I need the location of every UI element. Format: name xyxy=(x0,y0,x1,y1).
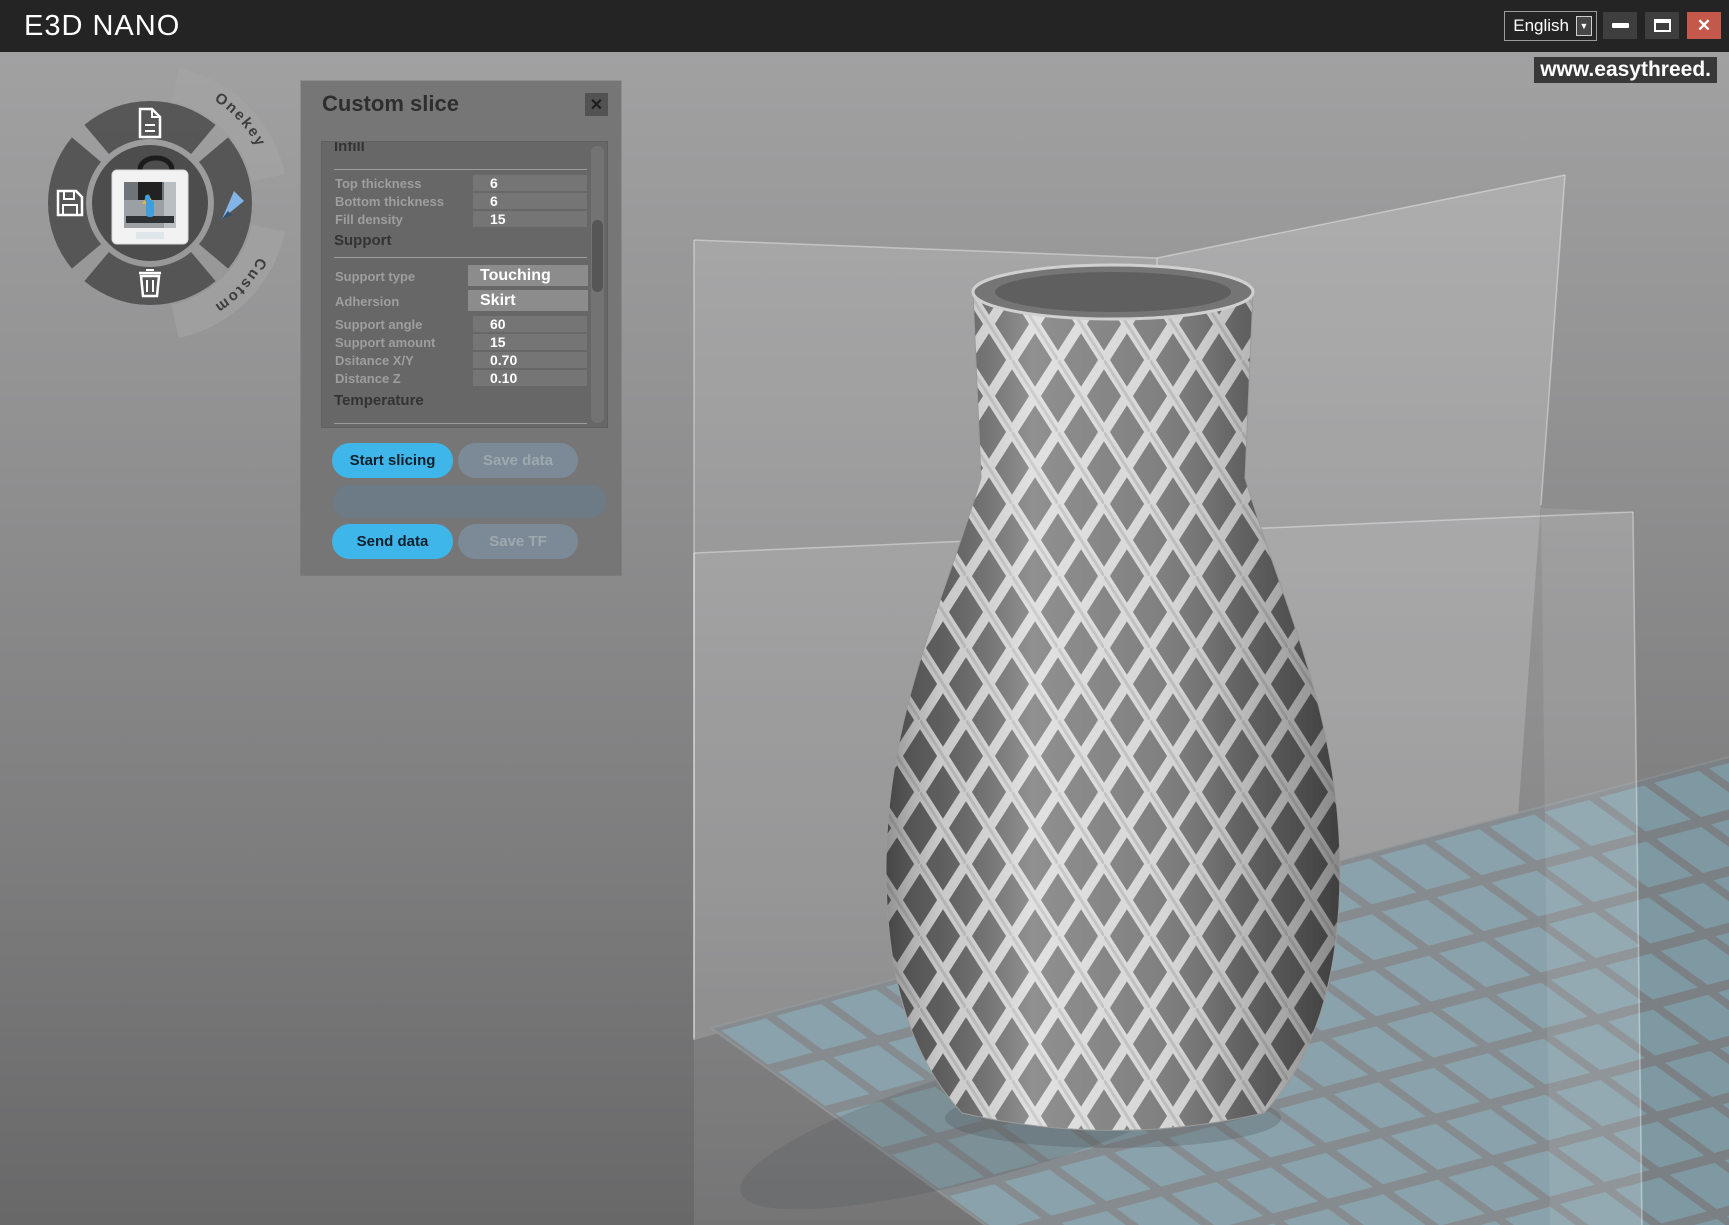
close-button[interactable]: ✕ xyxy=(1687,12,1721,39)
settings-panel: Infill Top thickness 6 Bottom thickness … xyxy=(321,141,608,428)
setting-label: Dsitance X/Y xyxy=(335,353,414,368)
start-slicing-button[interactable]: Start slicing xyxy=(332,443,453,478)
section-header-support: Support xyxy=(334,232,392,249)
minimize-button[interactable] xyxy=(1603,12,1637,39)
save-tf-button[interactable]: Save TF xyxy=(458,524,578,559)
setting-label: Support type xyxy=(335,269,415,284)
close-icon: ✕ xyxy=(590,95,603,115)
section-header-temperature: Temperature xyxy=(334,392,424,409)
vase-rim-interior xyxy=(995,272,1231,312)
setting-label: Top thickness xyxy=(335,176,421,191)
section-header-infill: Infill xyxy=(334,141,365,155)
watermark-text: www.easythreed. xyxy=(1534,57,1717,83)
distance-xy-field[interactable]: 0.70 xyxy=(473,352,587,368)
support-type-dropdown[interactable]: Touching xyxy=(468,265,588,286)
chevron-down-icon[interactable]: ▼ xyxy=(1576,16,1592,36)
distance-z-field[interactable]: 0.10 xyxy=(473,370,587,386)
setting-label: Support amount xyxy=(335,335,435,350)
custom-slice-dialog: Custom slice ✕ Infill Top thickness 6 Bo… xyxy=(301,81,621,575)
setting-label: Adhersion xyxy=(335,294,399,309)
close-icon: ✕ xyxy=(1697,17,1711,34)
maximize-button[interactable] xyxy=(1645,12,1679,39)
settings-scrollbar[interactable] xyxy=(591,146,604,423)
scrollbar-thumb[interactable] xyxy=(592,220,603,292)
dialog-close-button[interactable]: ✕ xyxy=(585,93,608,116)
setting-label: Distance Z xyxy=(335,371,401,386)
top-thickness-field[interactable]: 6 xyxy=(473,175,587,191)
ring-menu: Onekey Custom xyxy=(10,63,300,353)
printer-image xyxy=(112,158,188,244)
fill-density-field[interactable]: 15 xyxy=(473,211,587,227)
ring-center-printer[interactable] xyxy=(92,145,208,261)
divider xyxy=(334,169,587,170)
application-window: E3D NANO English ▼ ✕ www.easythreed. One… xyxy=(0,0,1729,1225)
maximize-icon xyxy=(1654,19,1671,32)
setting-label: Fill density xyxy=(335,212,403,227)
adhersion-dropdown[interactable]: Skirt xyxy=(468,290,588,311)
slicing-progress-bar xyxy=(333,485,606,518)
bottom-thickness-field[interactable]: 6 xyxy=(473,193,587,209)
divider xyxy=(334,257,587,258)
language-select[interactable]: English ▼ xyxy=(1504,11,1597,41)
divider xyxy=(334,423,587,424)
support-angle-field[interactable]: 60 xyxy=(473,316,587,332)
save-data-button[interactable]: Save data xyxy=(458,443,578,478)
title-bar: E3D NANO English ▼ ✕ xyxy=(0,0,1729,52)
setting-label: Bottom thickness xyxy=(335,194,444,209)
app-title: E3D NANO xyxy=(24,10,180,43)
support-amount-field[interactable]: 15 xyxy=(473,334,587,350)
setting-label: Support angle xyxy=(335,317,422,332)
language-label: English xyxy=(1513,16,1569,36)
dialog-title: Custom slice xyxy=(322,91,459,117)
send-data-button[interactable]: Send data xyxy=(332,524,453,559)
minimize-icon xyxy=(1612,23,1629,28)
